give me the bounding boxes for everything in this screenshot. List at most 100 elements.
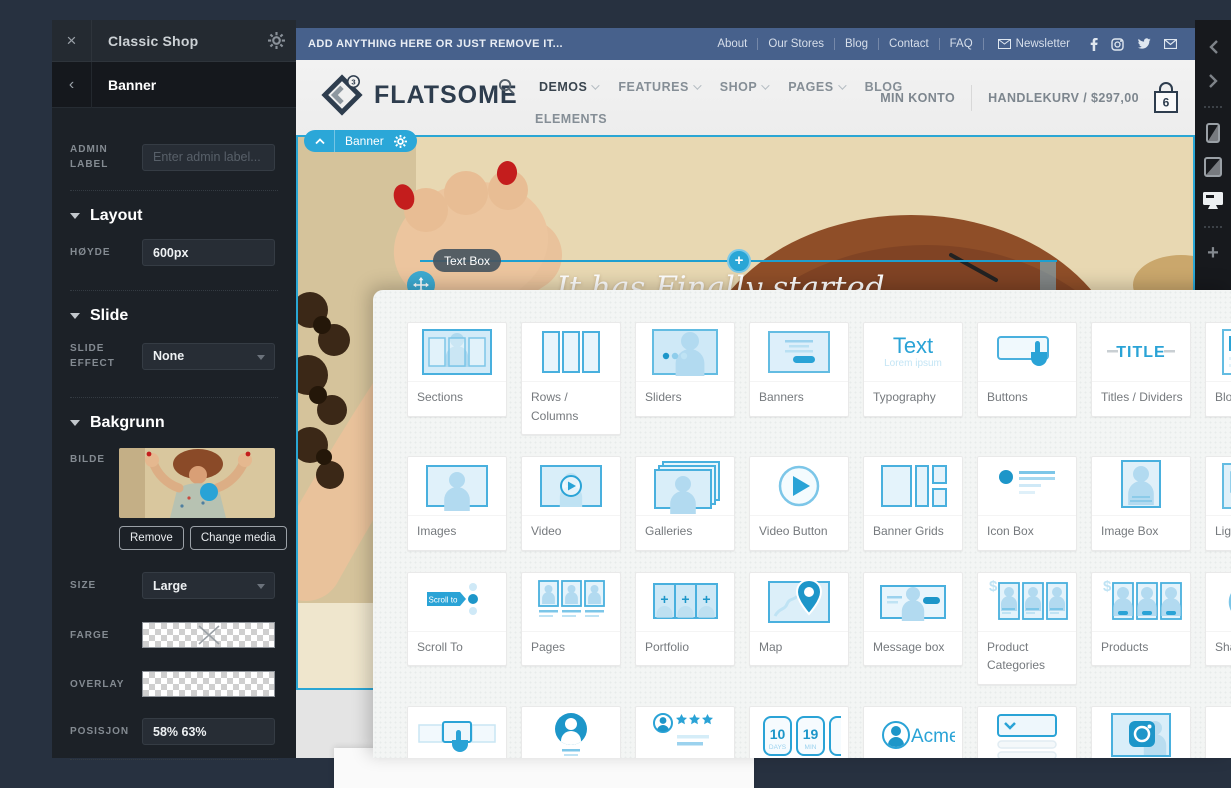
element-card-message-box[interactable]: Message box [863, 572, 963, 667]
chevron-up-icon[interactable] [304, 130, 335, 152]
nav-demos[interactable]: DEMOS [534, 80, 602, 94]
instagram-icon[interactable] [1111, 38, 1124, 51]
site-logo[interactable]: 3 FLATSOME [320, 73, 518, 117]
accordion-icon [978, 707, 1076, 758]
topbar-link-contact[interactable]: Contact [879, 38, 939, 50]
svg-text:Lorem ipsum: Lorem ipsum [884, 358, 942, 369]
topbar-link-faq[interactable]: FAQ [940, 38, 983, 50]
element-card-testimonials[interactable]: Testimonials [635, 706, 735, 758]
admin-label-input[interactable] [142, 144, 275, 171]
settings-gear-icon[interactable] [256, 32, 296, 49]
close-icon[interactable]: × [52, 20, 92, 62]
cart-link[interactable]: HANDLEKURV / $297,00 [972, 91, 1151, 105]
overlay-color-swatch[interactable] [142, 671, 275, 697]
nav-features[interactable]: FEATURES [613, 80, 703, 94]
envelope-icon [998, 39, 1011, 49]
element-card-label: Sliders [636, 381, 734, 416]
slide-effect-select[interactable]: None [142, 343, 275, 370]
phone-icon[interactable] [1195, 116, 1231, 150]
product-categories-icon: $ [978, 573, 1076, 631]
element-card-countdown[interactable]: 10DAYS19MINCountdown [749, 706, 849, 758]
element-card-rows-columns[interactable]: Rows / Columns [521, 322, 621, 435]
nav-shop[interactable]: SHOP [715, 80, 772, 94]
element-card-label: Share icons [1206, 631, 1231, 666]
email-icon[interactable] [1164, 39, 1177, 49]
element-card-instagram-feed[interactable]: Instagram feed [1091, 706, 1191, 758]
element-card-search[interactable]: Search [1205, 706, 1231, 758]
search-icon[interactable] [498, 78, 515, 95]
site-topbar: ADD ANYTHING HERE OR JUST REMOVE IT... A… [296, 28, 1195, 60]
hoyde-input[interactable] [142, 239, 275, 266]
section-layout[interactable]: Layout [52, 191, 296, 225]
site-header: 3 FLATSOME DEMOS FEATURES SHOP PAGES BLO… [296, 60, 1195, 135]
banner-settings-gear-icon[interactable] [392, 135, 417, 148]
builder-sidebar: × Classic Shop ‹ Banner ADMIN LABEL Layo… [52, 20, 296, 758]
topbar-link-our-stores[interactable]: Our Stores [758, 38, 834, 50]
size-select[interactable]: Large [142, 572, 275, 599]
chevron-left-icon[interactable] [1195, 30, 1231, 64]
elements-grid-row: Scroll toScroll ToPages+++PortfolioMapMe… [407, 572, 1231, 685]
desktop-icon[interactable] [1195, 184, 1231, 218]
element-card-galleries[interactable]: Galleries [635, 456, 735, 551]
element-card-banner-grids[interactable]: Banner Grids [863, 456, 963, 551]
newsletter-link[interactable]: Newsletter [984, 38, 1082, 50]
cart-bag-icon[interactable]: 6 [1151, 81, 1181, 115]
element-card-image-box[interactable]: Image Box [1091, 456, 1191, 551]
topbar-link-blog[interactable]: Blog [835, 38, 878, 50]
element-card-icon-box[interactable]: Icon Box [977, 456, 1077, 551]
element-card-product-categories[interactable]: $Product Categories [977, 572, 1077, 685]
twitter-icon[interactable] [1137, 38, 1151, 50]
countdown-icon: 10DAYS19MIN [750, 707, 848, 758]
element-card-pages[interactable]: Pages [521, 572, 621, 667]
element-card-banners[interactable]: Banners [749, 322, 849, 417]
element-card-images[interactable]: Images [407, 456, 507, 551]
element-card-sections[interactable]: Sections [407, 322, 507, 417]
plus-icon[interactable]: + [1195, 236, 1231, 270]
element-card-accordion[interactable]: Accordion [977, 706, 1077, 758]
posisjon-input[interactable] [142, 718, 275, 745]
element-card-portfolio[interactable]: +++Portfolio [635, 572, 735, 667]
add-element-plus-icon[interactable]: + [727, 249, 751, 273]
farge-color-swatch[interactable] [142, 622, 275, 648]
element-card-map[interactable]: Map [749, 572, 849, 667]
svg-text:Acme: Acme [911, 726, 955, 747]
section-slide[interactable]: Slide [52, 291, 296, 325]
image-box-icon [1092, 457, 1190, 515]
products-icon: $ [1092, 573, 1190, 631]
element-card-logo[interactable]: AcmeLogo [863, 706, 963, 758]
search-icon [1206, 707, 1231, 758]
element-card-titles-dividers[interactable]: TITLETitles / Dividers [1091, 322, 1191, 417]
element-card-tabs[interactable]: Tabs [407, 706, 507, 758]
textbox-element-tag[interactable]: Text Box [433, 249, 501, 272]
element-card-video-button[interactable]: Video Button [749, 456, 849, 551]
back-chevron-icon[interactable]: ‹ [52, 62, 92, 108]
tablet-icon[interactable] [1195, 150, 1231, 184]
nav-pages[interactable]: PAGES [783, 80, 848, 94]
size-row: SIZE Large [52, 572, 296, 599]
banner-element-tag[interactable]: Banner [304, 130, 417, 152]
chevron-right-icon[interactable] [1195, 64, 1231, 98]
change-media-button[interactable]: Change media [190, 526, 287, 550]
svg-text:TITLE: TITLE [1116, 344, 1165, 361]
element-card-label: Typography [864, 381, 962, 416]
element-card-blocks[interactable]: Blocks [1205, 322, 1231, 417]
element-card-lightbox[interactable]: Lightbox [1205, 456, 1231, 551]
banners-icon [750, 323, 848, 381]
account-link[interactable]: MIN KONTO [864, 91, 971, 105]
element-card-share-icons[interactable]: Share icons [1205, 572, 1231, 667]
element-card-typography[interactable]: TextLorem ipsumTypography [863, 322, 963, 417]
element-card-team-member[interactable]: Team Member [521, 706, 621, 758]
element-card-buttons[interactable]: Buttons [977, 322, 1077, 417]
topbar-message: ADD ANYTHING HERE OR JUST REMOVE IT... [308, 38, 707, 50]
element-card-label: Products [1092, 631, 1190, 666]
element-card-sliders[interactable]: Sliders [635, 322, 735, 417]
element-card-products[interactable]: $Products [1091, 572, 1191, 667]
element-card-scroll-to[interactable]: Scroll toScroll To [407, 572, 507, 667]
section-bakgrunn[interactable]: Bakgrunn [52, 398, 296, 432]
background-image-thumbnail[interactable] [119, 448, 275, 518]
element-card-video[interactable]: Video [521, 456, 621, 551]
nav-elements[interactable]: ELEMENTS [530, 112, 612, 126]
topbar-link-about[interactable]: About [707, 38, 757, 50]
facebook-icon[interactable] [1090, 38, 1098, 51]
remove-button[interactable]: Remove [119, 526, 184, 550]
